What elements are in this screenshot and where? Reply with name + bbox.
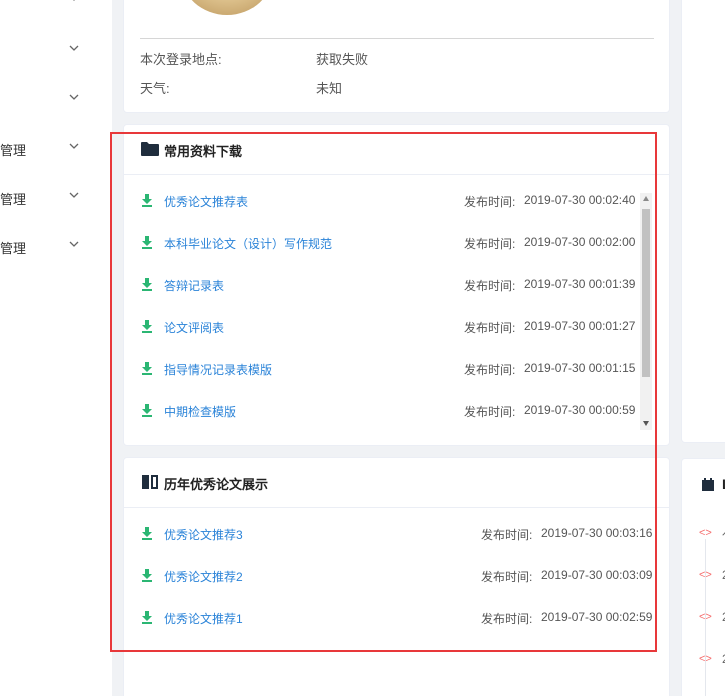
sidebar-item-label: 管理	[0, 192, 27, 207]
publish-time-label: 发布时间:	[464, 363, 516, 377]
download-icon[interactable]	[141, 362, 153, 375]
right-panel-top	[681, 0, 725, 443]
publish-time-value: 2019-07-30 00:02:00	[524, 235, 636, 249]
chevron-down-icon	[73, 0, 75, 1]
download-icon[interactable]	[141, 278, 153, 291]
publish-time-label: 发布时间:	[464, 237, 516, 251]
sidebar-item-3[interactable]	[0, 87, 112, 111]
sidebar-item-1[interactable]	[0, 0, 112, 12]
publish-time-label: 发布时间:	[464, 195, 516, 209]
divider	[140, 38, 654, 39]
sidebar-item-2[interactable]	[0, 38, 112, 62]
scroll-up-arrow-icon[interactable]	[643, 196, 649, 201]
file-link[interactable]: 中期检查模版	[164, 403, 236, 420]
sidebar-item-label: 管理	[0, 143, 27, 158]
scrollbar[interactable]	[640, 193, 652, 430]
avatar	[181, 0, 273, 15]
file-link[interactable]: 优秀论文推荐1	[164, 610, 243, 627]
timeline-dot-icon: <>	[699, 653, 712, 665]
publish-time-label: 发布时间:	[481, 570, 533, 584]
chevron-down-icon	[69, 143, 79, 149]
publish-time-label: 发布时间:	[481, 612, 533, 626]
card-header: 历年优秀论文展示	[124, 458, 669, 508]
excellent-papers-card: 历年优秀论文展示 优秀论文推荐3 发布时间: 2019-07-30 00:03:…	[123, 457, 670, 696]
download-icon[interactable]	[141, 611, 153, 624]
publish-time-value: 2019-07-30 00:00:59	[524, 403, 636, 417]
sidebar-item-4[interactable]: 管理	[0, 136, 112, 160]
download-icon[interactable]	[141, 569, 153, 582]
card-header: 常用资料下载	[124, 125, 669, 175]
timeline-dot-icon: <>	[699, 527, 712, 539]
chevron-down-icon	[69, 45, 79, 51]
chevron-down-icon	[69, 192, 79, 198]
file-link[interactable]: 指导情况记录表模版	[164, 361, 272, 378]
file-link[interactable]: 优秀论文推荐表	[164, 193, 248, 210]
calendar-icon	[702, 478, 714, 491]
file-link[interactable]: 本科毕业论文（设计）写作规范	[164, 235, 332, 252]
download-icon[interactable]	[141, 527, 153, 540]
download-icon[interactable]	[141, 194, 153, 207]
file-link[interactable]: 优秀论文推荐3	[164, 526, 243, 543]
right-panel-timeline: L <> 亻 <> 2 <> 2 <> 2	[681, 458, 725, 696]
book-icon	[142, 475, 158, 489]
profile-card: 本次登录地点: 获取失败 天气: 未知	[123, 0, 670, 113]
file-link[interactable]: 答辩记录表	[164, 277, 224, 294]
timeline-dot-icon: <>	[699, 611, 712, 623]
sidebar: 管理 管理 管理	[0, 0, 112, 696]
publish-time-value: 2019-07-30 00:03:09	[541, 568, 653, 582]
card-title: 历年优秀论文展示	[164, 477, 269, 492]
sidebar-item-6[interactable]: 管理	[0, 234, 112, 258]
sidebar-item-5[interactable]: 管理	[0, 185, 112, 209]
login-location-value: 获取失败	[316, 52, 369, 67]
folder-icon	[141, 142, 159, 156]
publish-time-label: 发布时间:	[464, 405, 516, 419]
scroll-down-arrow-icon[interactable]	[643, 421, 649, 426]
publish-time-value: 2019-07-30 00:02:40	[524, 193, 636, 207]
download-icon[interactable]	[141, 320, 153, 333]
download-icon[interactable]	[141, 236, 153, 249]
common-downloads-card: 常用资料下载 优秀论文推荐表 发布时间: 2019-07-30 00:02:40…	[123, 124, 670, 446]
weather-label: 天气:	[140, 81, 170, 96]
chevron-down-icon	[69, 94, 79, 100]
scroll-thumb[interactable]	[642, 209, 650, 377]
weather-value: 未知	[316, 81, 343, 96]
publish-time-label: 发布时间:	[464, 321, 516, 335]
file-link[interactable]: 优秀论文推荐2	[164, 568, 243, 585]
publish-time-label: 发布时间:	[481, 528, 533, 542]
timeline-dot-icon: <>	[699, 569, 712, 581]
publish-time-value: 2019-07-30 00:01:39	[524, 277, 636, 291]
sidebar-item-label: 管理	[0, 241, 27, 256]
publish-time-value: 2019-07-30 00:02:59	[541, 610, 653, 624]
publish-time-label: 发布时间:	[464, 279, 516, 293]
download-icon[interactable]	[141, 404, 153, 417]
login-location-label: 本次登录地点:	[140, 52, 222, 67]
publish-time-value: 2019-07-30 00:01:27	[524, 319, 636, 333]
publish-time-value: 2019-07-30 00:01:15	[524, 361, 636, 375]
chevron-down-icon	[69, 241, 79, 247]
publish-time-value: 2019-07-30 00:03:16	[541, 526, 653, 540]
card-title: 常用资料下载	[164, 144, 243, 159]
file-link[interactable]: 论文评阅表	[164, 319, 224, 336]
